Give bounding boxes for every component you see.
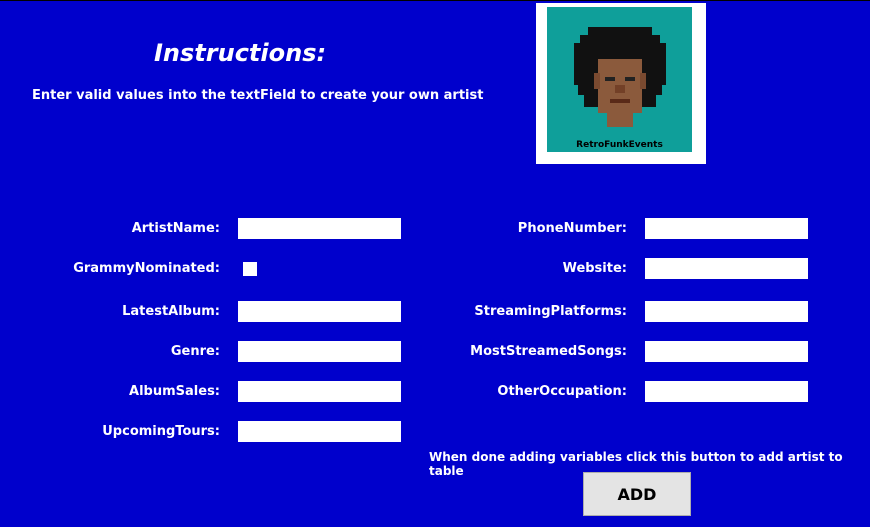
most-streamed-songs-label: MostStreamedSongs: [470, 344, 627, 359]
instructions-title: Instructions: [154, 39, 327, 67]
album-sales-label: AlbumSales: [129, 384, 220, 399]
add-button[interactable]: ADD [583, 472, 691, 516]
logo-text: RetroFunkEvents [576, 140, 663, 150]
other-occupation-label: OtherOccupation: [497, 384, 627, 399]
website-field[interactable] [645, 258, 808, 279]
phone-number-label: PhoneNumber: [517, 221, 627, 236]
artist-name-field[interactable] [238, 218, 401, 239]
website-label: Website: [562, 261, 627, 276]
genre-field[interactable] [238, 341, 401, 362]
logo-image: RetroFunkEvents [547, 7, 692, 152]
grammy-nominated-label: GrammyNominated: [73, 261, 220, 276]
artist-name-label: ArtistName: [131, 221, 220, 236]
logo: RetroFunkEvents [536, 3, 706, 164]
latest-album-label: LatestAlbum: [122, 304, 220, 319]
other-occupation-field[interactable] [645, 381, 808, 402]
latest-album-field[interactable] [238, 301, 401, 322]
most-streamed-songs-field[interactable] [645, 341, 808, 362]
instructions-text: Enter valid values into the textField to… [32, 88, 484, 103]
streaming-platforms-field[interactable] [645, 301, 808, 322]
upcoming-tours-field[interactable] [238, 421, 401, 442]
afro-avatar-icon [574, 27, 666, 127]
upcoming-tours-label: UpcomingTours: [102, 424, 220, 439]
grammy-nominated-checkbox[interactable] [243, 262, 257, 276]
album-sales-field[interactable] [238, 381, 401, 402]
streaming-platforms-label: StreamingPlatforms: [474, 304, 627, 319]
genre-label: Genre: [170, 344, 220, 359]
phone-number-field[interactable] [645, 218, 808, 239]
